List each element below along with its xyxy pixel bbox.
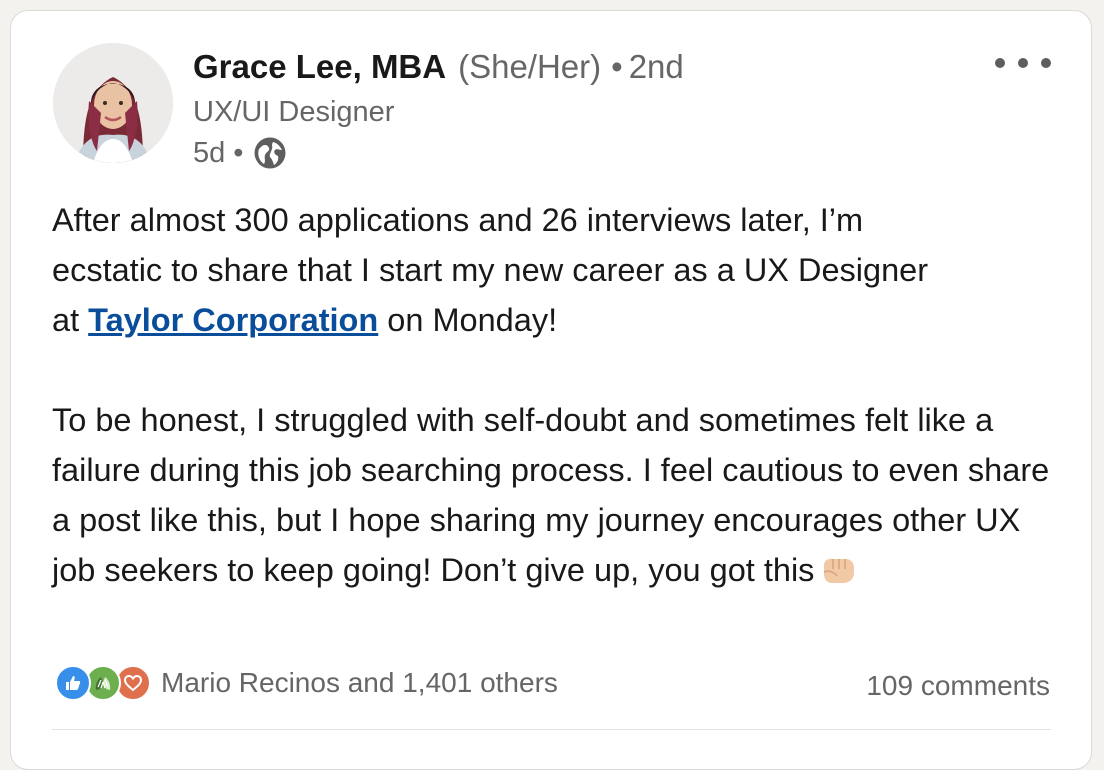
connection-degree: 2nd: [628, 48, 684, 85]
author-headline: UX/UI Designer: [193, 96, 395, 128]
post-paragraph-1: After almost 300 applications and 26 int…: [52, 195, 1062, 345]
post-meta: 5d •: [193, 135, 287, 171]
author-line: Grace Lee, MBA (She/Her) • 2nd: [193, 47, 684, 87]
avatar-photo: [53, 43, 173, 163]
post-body: After almost 300 applications and 26 int…: [52, 195, 1062, 595]
reactions-count[interactable]: Mario Recinos and 1,401 others: [161, 665, 558, 701]
fist-bump-icon: [820, 549, 856, 583]
separator-dot: •: [611, 48, 623, 85]
reactions-summary[interactable]: Mario Recinos and 1,401 others: [55, 665, 558, 701]
globe-icon: [253, 136, 287, 170]
more-options-icon[interactable]: [995, 51, 1051, 75]
post-card: Grace Lee, MBA (She/Her) • 2nd UX/UI Design…: [10, 10, 1092, 770]
post-text: To be honest, I struggled with self-doub…: [52, 402, 1050, 588]
author-name[interactable]: Grace Lee, MBA: [193, 48, 446, 85]
like-icon: [55, 665, 91, 701]
comments-count[interactable]: 109 comments: [866, 668, 1050, 704]
author-pronouns: (She/Her): [458, 48, 602, 85]
post-paragraph-2: To be honest, I struggled with self-doub…: [52, 395, 1062, 595]
post-text: on Monday!: [378, 302, 558, 338]
separator-dot: •: [233, 137, 244, 169]
divider: [52, 729, 1051, 730]
post-text: ecstatic to share that I start my new ca…: [52, 252, 929, 288]
reaction-icons: [55, 665, 151, 701]
company-mention-link[interactable]: Taylor Corporation: [88, 302, 378, 338]
post-time[interactable]: 5d: [193, 135, 225, 171]
post-text: at: [52, 302, 89, 338]
avatar[interactable]: [53, 43, 173, 163]
post-text: After almost 300 applications and 26 int…: [52, 202, 864, 238]
